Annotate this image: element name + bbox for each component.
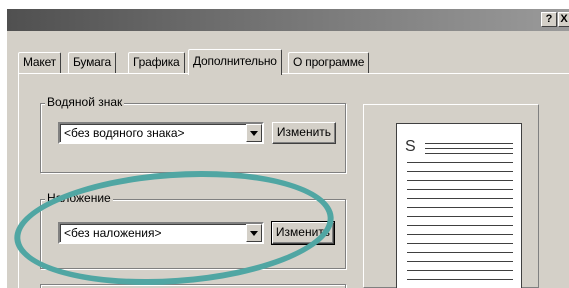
text-line (407, 180, 513, 181)
page-letter: S (405, 138, 416, 155)
text-line (407, 198, 513, 199)
page-preview: S (396, 123, 522, 288)
text-line (407, 243, 513, 244)
text-line (407, 252, 513, 253)
watermark-select[interactable]: <без водяного знака> (58, 122, 264, 144)
text-line (407, 279, 513, 280)
chevron-down-icon[interactable] (246, 124, 262, 142)
tab-extras[interactable]: Дополнительно (188, 49, 282, 75)
text-line (425, 153, 513, 154)
help-button[interactable]: ? (541, 12, 557, 27)
text-line (425, 143, 513, 144)
watermark-edit-button[interactable]: Изменить (272, 122, 336, 144)
text-line (425, 148, 513, 149)
preview-panel: S (363, 104, 539, 288)
watermark-select-value: <без водяного знака> (64, 126, 185, 140)
text-line (407, 261, 513, 262)
text-line (407, 216, 513, 217)
tab-paper[interactable]: Бумага (68, 52, 116, 74)
title-bar[interactable]: ? X (7, 9, 569, 31)
text-line (407, 207, 513, 208)
tab-layout[interactable]: Макет (18, 52, 61, 74)
tab-about[interactable]: О программе (288, 52, 370, 74)
text-line (407, 171, 513, 172)
text-line (407, 162, 513, 163)
next-group (40, 284, 346, 288)
close-button[interactable]: X (558, 12, 569, 27)
text-line (407, 270, 513, 271)
tab-graphics[interactable]: Графика (128, 52, 185, 74)
text-line (407, 189, 513, 190)
watermark-group-label: Водяной знак (45, 95, 125, 109)
text-line (407, 225, 513, 226)
text-line (407, 234, 513, 235)
